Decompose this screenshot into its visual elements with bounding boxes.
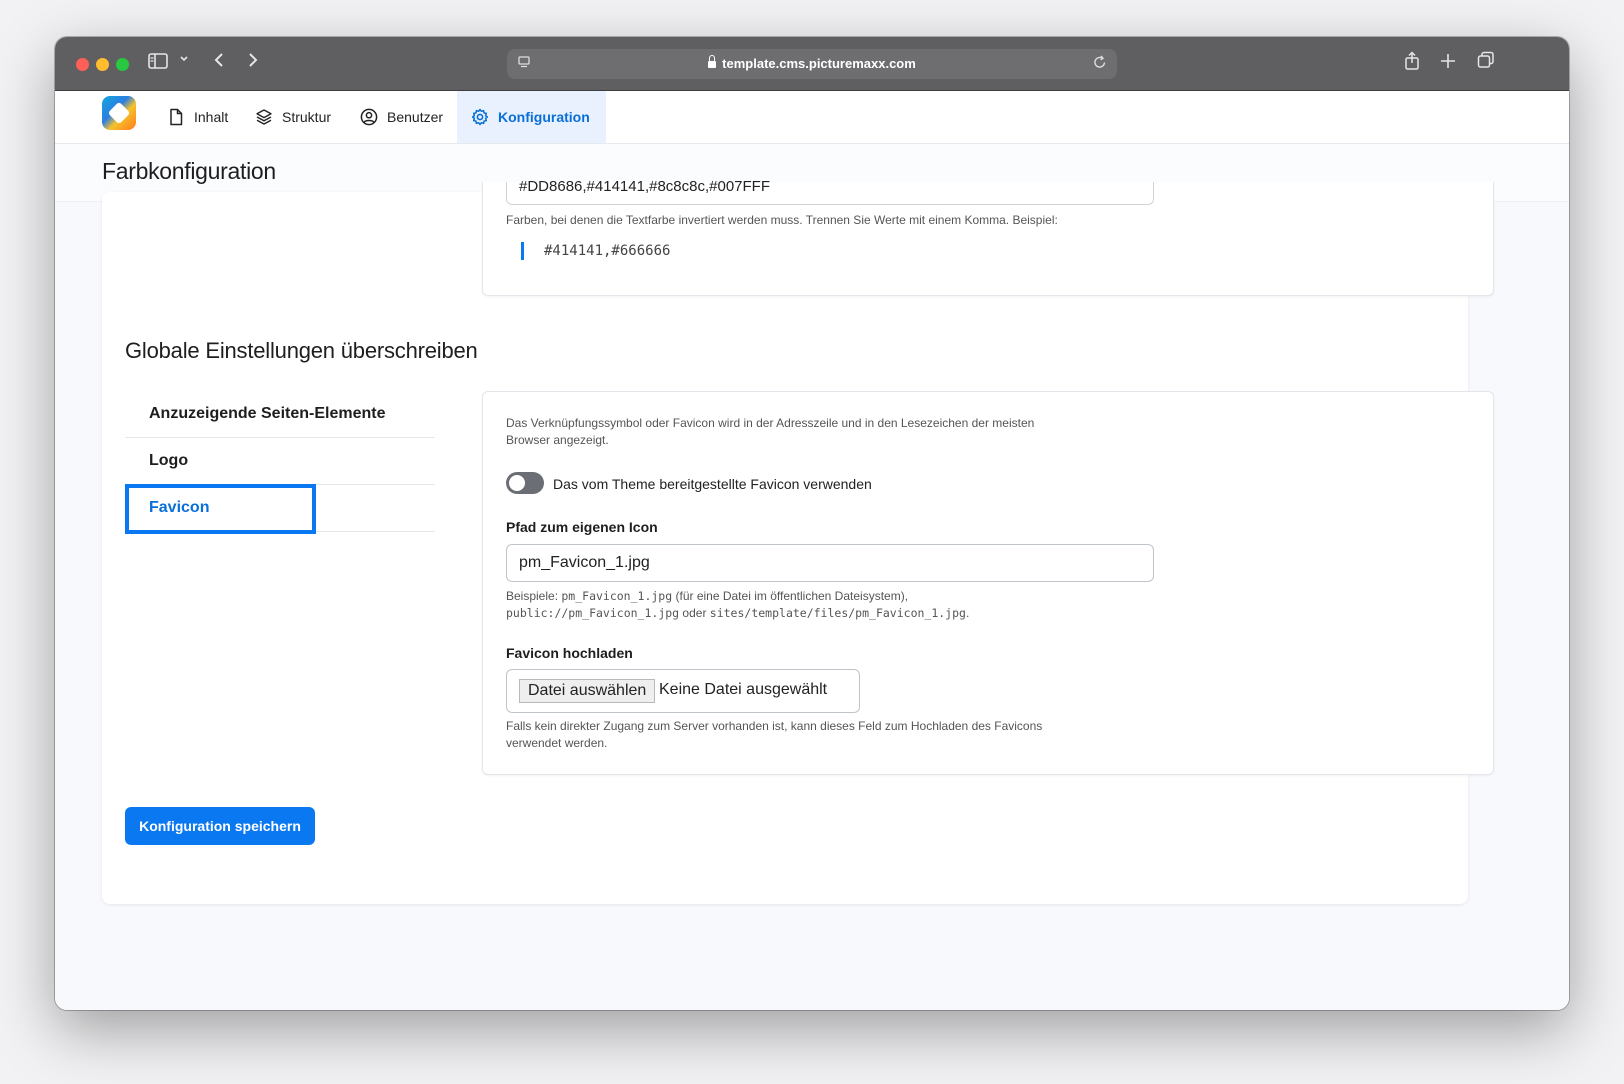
tab-anzuzeigende-seiten-elemente[interactable]: Anzuzeigende Seiten-Elemente (125, 391, 435, 438)
hint-text: (für eine Datei im öffentlichen Dateisys… (672, 589, 909, 603)
save-configuration-button[interactable]: Konfiguration speichern (125, 807, 315, 845)
share-icon[interactable] (1404, 51, 1420, 77)
favicon-file-input[interactable]: Datei auswählen Keine Datei ausgewählt (506, 669, 860, 713)
nav-item-benutzer[interactable]: Benutzer (360, 91, 443, 143)
inverted-colors-hint: Farben, bei denen die Textfarbe invertie… (506, 213, 1058, 227)
back-icon[interactable] (213, 51, 225, 75)
favicon-description: Das Verknüpfungssymbol oder Favicon wird… (506, 415, 1106, 449)
icon-path-value: pm_Favicon_1.jpg (519, 554, 650, 571)
hint-text: Beispiele: (506, 589, 562, 603)
forward-icon[interactable] (247, 51, 259, 75)
inverted-colors-input[interactable]: #DD8686,#414141,#8c8c8c,#007FFF (506, 178, 1154, 205)
settings-panel: #DD8686,#414141,#8c8c8c,#007FFF Farben, … (102, 178, 1494, 904)
minimize-window-button[interactable] (96, 58, 109, 71)
hint-code: sites/template/files/pm_Favicon_1.jpg (709, 606, 966, 620)
icon-path-hint: Beispiele: pm_Favicon_1.jpg (für eine Da… (506, 588, 1126, 622)
layers-icon (255, 108, 273, 126)
tab-label: Logo (149, 452, 189, 469)
lock-icon (708, 55, 717, 68)
page-title: Farbkonfiguration (102, 158, 276, 184)
hint-text: oder (679, 606, 710, 620)
choose-file-button[interactable]: Datei auswählen (519, 679, 656, 703)
tab-logo[interactable]: Logo (125, 438, 435, 485)
browser-toolbar: template.cms.picturemaxx.com (55, 37, 1569, 91)
nav-label: Inhalt (194, 109, 229, 125)
hint-text: . (965, 606, 970, 620)
close-window-button[interactable] (76, 58, 89, 71)
file-status: Keine Datei ausgewählt (659, 681, 828, 698)
tab-label: Favicon (149, 499, 210, 516)
tab-label: Anzuzeigende Seiten-Elemente (149, 405, 386, 422)
section-title: Globale Einstellungen überschreiben (125, 338, 478, 363)
sidebar-toggle-icon[interactable] (148, 51, 168, 75)
nav-label: Struktur (282, 109, 332, 125)
color-config-card: #DD8686,#414141,#8c8c8c,#007FFF Farben, … (482, 178, 1494, 296)
browser-window: template.cms.picturemaxx.com Inhalt Stru… (55, 37, 1569, 1010)
nav-item-struktur[interactable]: Struktur (255, 91, 331, 143)
upload-label: Favicon hochladen (506, 645, 633, 661)
favicon-description-line: Browser angezeigt. (506, 433, 609, 447)
reload-icon[interactable] (1093, 54, 1107, 74)
favicon-settings-card: Das Verknüpfungssymbol oder Favicon wird… (482, 391, 1494, 775)
use-theme-favicon-label[interactable]: Das vom Theme bereitgestellte Favicon ve… (553, 476, 872, 492)
chevron-down-icon[interactable] (179, 51, 189, 76)
favicon-description-line: Das Verknüpfungssymbol oder Favicon wird… (506, 416, 1035, 430)
app-logo[interactable] (102, 96, 136, 130)
inverted-colors-value: #DD8686,#414141,#8c8c8c,#007FFF (519, 178, 771, 195)
address-bar[interactable]: template.cms.picturemaxx.com (507, 49, 1117, 79)
nav-label: Konfiguration (498, 109, 590, 125)
upload-hint-line: Falls kein direkter Zugang zum Server vo… (506, 719, 1043, 733)
icon-path-input[interactable]: pm_Favicon_1.jpg (506, 544, 1154, 582)
new-tab-icon[interactable] (1440, 51, 1456, 75)
nav-label: Benutzer (387, 109, 444, 125)
use-theme-favicon-toggle[interactable] (506, 472, 544, 494)
maximize-window-button[interactable] (116, 58, 129, 71)
nav-item-konfiguration[interactable]: Konfiguration (457, 91, 606, 143)
main-content: #DD8686,#414141,#8c8c8c,#007FFF Farben, … (55, 178, 1569, 1010)
url-text: template.cms.picturemaxx.com (722, 56, 916, 71)
tab-favicon[interactable]: Favicon (125, 484, 435, 534)
user-icon (360, 108, 378, 126)
upload-hint: Falls kein direkter Zugang zum Server vo… (506, 718, 1126, 752)
gear-icon (471, 108, 489, 126)
upload-hint-line: verwendet werden. (506, 736, 608, 750)
app-navbar: Inhalt Struktur Benutzer Konfiguration (55, 91, 1569, 144)
document-icon (167, 108, 185, 126)
hint-code: public://pm_Favicon_1.jpg (506, 606, 680, 620)
hint-code: pm_Favicon_1.jpg (561, 589, 673, 603)
inverted-colors-example: #414141,#666666 (521, 242, 670, 260)
icon-path-label: Pfad zum eigenen Icon (506, 519, 658, 535)
tab-overview-icon[interactable] (1477, 51, 1495, 75)
nav-item-inhalt[interactable]: Inhalt (167, 91, 228, 143)
vertical-tabs: Anzuzeigende Seiten-Elemente Logo Favico… (125, 391, 435, 534)
